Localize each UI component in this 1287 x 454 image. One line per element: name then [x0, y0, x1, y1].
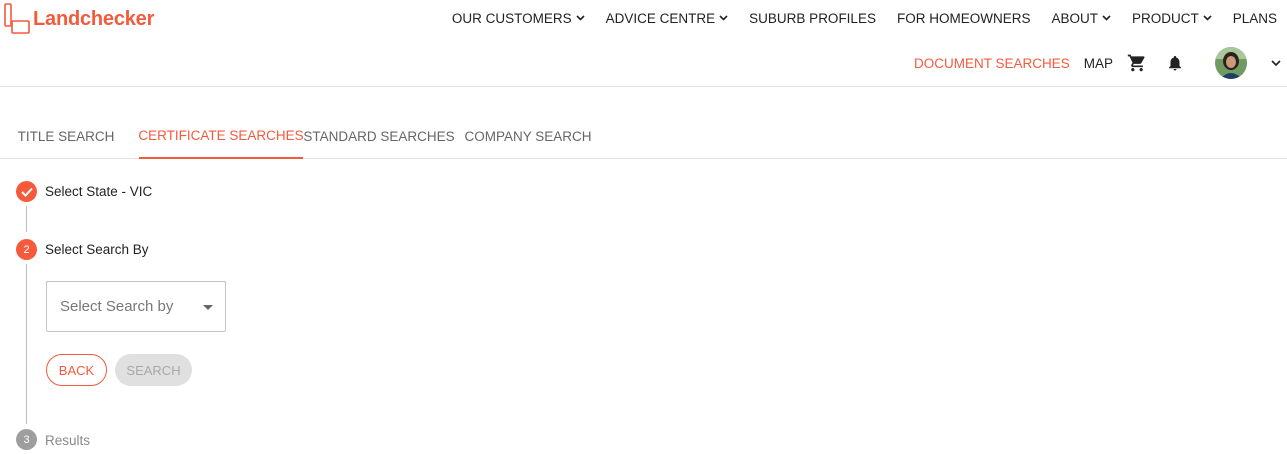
- tab-certificate-searches[interactable]: CERTIFICATE SEARCHES: [138, 114, 304, 159]
- step-connector: [26, 206, 27, 232]
- step-3-label: Results: [45, 433, 91, 448]
- tab-title-search[interactable]: TITLE SEARCH: [11, 114, 121, 159]
- nav-label: OUR CUSTOMERS: [451, 10, 572, 26]
- search-button[interactable]: SEARCH: [115, 354, 192, 386]
- map-link[interactable]: MAP: [1084, 56, 1113, 71]
- back-button[interactable]: BACK: [46, 354, 107, 386]
- chevron-down-icon: [1203, 15, 1212, 21]
- document-searches-link[interactable]: DOCUMENT SEARCHES: [914, 56, 1070, 71]
- nav-label: PRODUCT: [1131, 10, 1199, 26]
- brand-name: Landchecker: [33, 7, 155, 30]
- search-by-select[interactable]: Select Search by: [46, 281, 226, 332]
- select-placeholder: Select Search by: [60, 298, 174, 315]
- step-3-indicator: 3: [16, 429, 37, 450]
- step-connector: [26, 264, 27, 424]
- nav-advice-centre[interactable]: ADVICE CENTRE: [606, 11, 729, 26]
- step-1-label: Select State - VIC: [45, 184, 153, 199]
- nav-label: PLANS: [1232, 10, 1277, 26]
- chevron-down-icon: [719, 15, 728, 21]
- chevron-down-icon: [1102, 15, 1111, 21]
- search-type-tabs: TITLE SEARCH CERTIFICATE SEARCHES STANDA…: [0, 114, 1287, 159]
- chevron-down-icon: [576, 15, 585, 21]
- top-navigation: OUR CUSTOMERS ADVICE CENTRE SUBURB PROFI…: [431, 0, 1277, 36]
- nav-label: FOR HOMEOWNERS: [896, 10, 1031, 26]
- nav-label: SUBURB PROFILES: [749, 10, 876, 26]
- tab-standard-searches[interactable]: STANDARD SEARCHES: [303, 114, 454, 159]
- nav-suburb-profiles[interactable]: SUBURB PROFILES: [749, 11, 876, 26]
- cart-icon[interactable]: [1127, 53, 1147, 73]
- nav-our-customers[interactable]: OUR CUSTOMERS: [452, 11, 585, 26]
- bell-icon[interactable]: [1165, 53, 1185, 73]
- dropdown-caret-icon: [203, 305, 213, 310]
- site-header: Landchecker OUR CUSTOMERS ADVICE CENTRE …: [0, 0, 1287, 87]
- chevron-down-icon[interactable]: [1271, 59, 1281, 67]
- step-2-label: Select Search By: [45, 242, 149, 257]
- tab-company-search[interactable]: COMPANY SEARCH: [461, 114, 595, 159]
- landchecker-logo[interactable]: Landchecker: [4, 3, 154, 35]
- nav-label: ABOUT: [1051, 10, 1098, 26]
- nav-about[interactable]: ABOUT: [1051, 11, 1111, 26]
- step-2-indicator: 2: [16, 239, 37, 260]
- check-icon: [20, 187, 33, 197]
- step-1-complete-indicator: [16, 181, 37, 202]
- avatar[interactable]: [1215, 47, 1247, 79]
- landchecker-logo-mark: [4, 3, 30, 35]
- nav-plans[interactable]: PLANS: [1233, 11, 1277, 26]
- nav-label: ADVICE CENTRE: [605, 10, 716, 26]
- nav-for-homeowners[interactable]: FOR HOMEOWNERS: [897, 11, 1031, 26]
- secondary-navigation: DOCUMENT SEARCHES MAP: [914, 45, 1287, 81]
- nav-product[interactable]: PRODUCT: [1132, 11, 1212, 26]
